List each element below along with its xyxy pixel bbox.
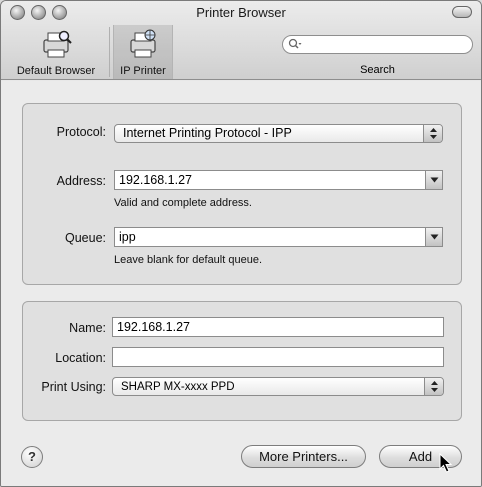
printer-browser-window: Printer Browser Default Browser IP Print…: [0, 0, 482, 487]
popup-stepper-icon: [424, 378, 443, 395]
mouse-pointer-icon: [439, 453, 453, 473]
address-dropdown-button[interactable]: [425, 171, 442, 189]
content-area: Protocol: Internet Printing Protocol - I…: [1, 81, 481, 486]
more-printers-button[interactable]: More Printers...: [241, 445, 366, 468]
queue-hint: Leave blank for default queue.: [114, 254, 263, 266]
help-button[interactable]: ?: [21, 446, 43, 468]
chevron-down-icon: [430, 234, 439, 240]
print-using-value: SHARP MX-xxxx PPD: [121, 381, 235, 393]
address-input[interactable]: [115, 171, 425, 189]
address-hint: Valid and complete address.: [114, 197, 252, 209]
location-label: Location:: [55, 351, 106, 365]
address-label: Address:: [56, 174, 106, 188]
toolbar-search: Search: [282, 35, 473, 76]
popup-stepper-icon: [423, 125, 442, 142]
printer-info-group: Name: Location: Print Using: SHARP MX-xx…: [22, 301, 462, 421]
toolbar-default-browser[interactable]: Default Browser: [7, 25, 105, 79]
search-input[interactable]: [282, 35, 473, 54]
printer-globe-icon: [130, 29, 156, 58]
address-combo: [114, 170, 443, 190]
queue-dropdown-button[interactable]: [425, 228, 442, 246]
location-input[interactable]: [112, 347, 444, 367]
print-using-popup[interactable]: SHARP MX-xxxx PPD: [112, 377, 444, 396]
toolbar-ip-printer[interactable]: IP Printer: [113, 25, 173, 79]
name-input[interactable]: [112, 317, 444, 337]
protocol-value: Internet Printing Protocol - IPP: [123, 126, 292, 140]
queue-combo: [114, 227, 443, 247]
chevron-down-icon: [430, 177, 439, 183]
search-label: Search: [360, 64, 395, 76]
window-chrome: Printer Browser Default Browser IP Print…: [1, 1, 481, 80]
print-using-label: Print Using:: [41, 380, 106, 394]
title-bar[interactable]: Printer Browser: [1, 1, 481, 25]
queue-label: Queue:: [64, 231, 106, 245]
connection-group: Protocol: Internet Printing Protocol - I…: [22, 103, 462, 285]
queue-input[interactable]: [115, 228, 425, 246]
toolbar-separator: [109, 27, 110, 77]
toolbar-ip-printer-label: IP Printer: [120, 65, 166, 77]
toolbar-toggle-button[interactable]: [452, 6, 472, 18]
printer-magnifier-icon: [43, 30, 72, 58]
protocol-popup[interactable]: Internet Printing Protocol - IPP: [114, 124, 443, 143]
window-title: Printer Browser: [196, 5, 286, 20]
name-label: Name:: [69, 321, 106, 335]
protocol-label: Protocol:: [56, 125, 106, 139]
search-icon: [288, 38, 302, 49]
toolbar-default-browser-label: Default Browser: [16, 65, 96, 77]
